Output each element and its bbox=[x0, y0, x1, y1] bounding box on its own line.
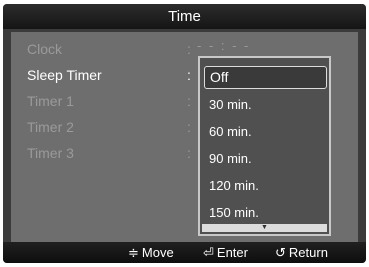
menu-item-clock[interactable]: Clock bbox=[27, 38, 197, 60]
menu-item-timer-2[interactable]: Timer 2 bbox=[27, 116, 197, 138]
menu-separator: : bbox=[187, 145, 191, 161]
up-down-arrows-icon: ≑ bbox=[128, 245, 139, 260]
menu-title: Time bbox=[3, 4, 366, 29]
return-icon: ↺ bbox=[275, 245, 286, 260]
menu-item-sleep-timer[interactable]: Sleep Timer bbox=[27, 64, 197, 86]
menu-separator: : bbox=[187, 41, 191, 57]
footer-enter-label: Enter bbox=[216, 245, 248, 260]
dropdown-option-120-min[interactable]: 120 min. bbox=[204, 174, 327, 197]
footer-move-hint: ≑ Move bbox=[128, 242, 174, 263]
dropdown-option-150-min[interactable]: 150 min. bbox=[204, 201, 327, 224]
footer-return-hint: ↺ Return bbox=[275, 242, 328, 263]
menu-item-timer-1[interactable]: Timer 1 bbox=[27, 90, 197, 112]
time-menu-panel: Time Clock : Sleep Timer : Timer 1 : Tim… bbox=[3, 4, 366, 263]
footer-return-label: Return bbox=[288, 245, 328, 260]
footer-move-label: Move bbox=[141, 245, 174, 260]
clock-value: - - : - - bbox=[197, 38, 251, 53]
menu-item-timer-3[interactable]: Timer 3 bbox=[27, 142, 197, 164]
footer-help-bar: ≑ Move ⏎ Enter ↺ Return bbox=[3, 242, 366, 263]
menu-separator: : bbox=[187, 67, 191, 83]
tv-screen: Time Clock : Sleep Timer : Timer 1 : Tim… bbox=[0, 0, 369, 267]
dropdown-option-90-min[interactable]: 90 min. bbox=[204, 147, 327, 170]
menu-separator: : bbox=[187, 119, 191, 135]
menu-separator: : bbox=[187, 93, 191, 109]
dropdown-option-off[interactable]: Off bbox=[204, 66, 327, 89]
enter-icon: ⏎ bbox=[203, 245, 214, 260]
dropdown-option-30-min[interactable]: 30 min. bbox=[204, 93, 327, 116]
sleep-timer-dropdown[interactable]: Off 30 min. 60 min. 90 min. 120 min. 150… bbox=[198, 56, 331, 236]
footer-enter-hint: ⏎ Enter bbox=[203, 242, 248, 263]
scroll-down-icon[interactable]: ▼ bbox=[202, 224, 327, 232]
dropdown-option-60-min[interactable]: 60 min. bbox=[204, 120, 327, 143]
